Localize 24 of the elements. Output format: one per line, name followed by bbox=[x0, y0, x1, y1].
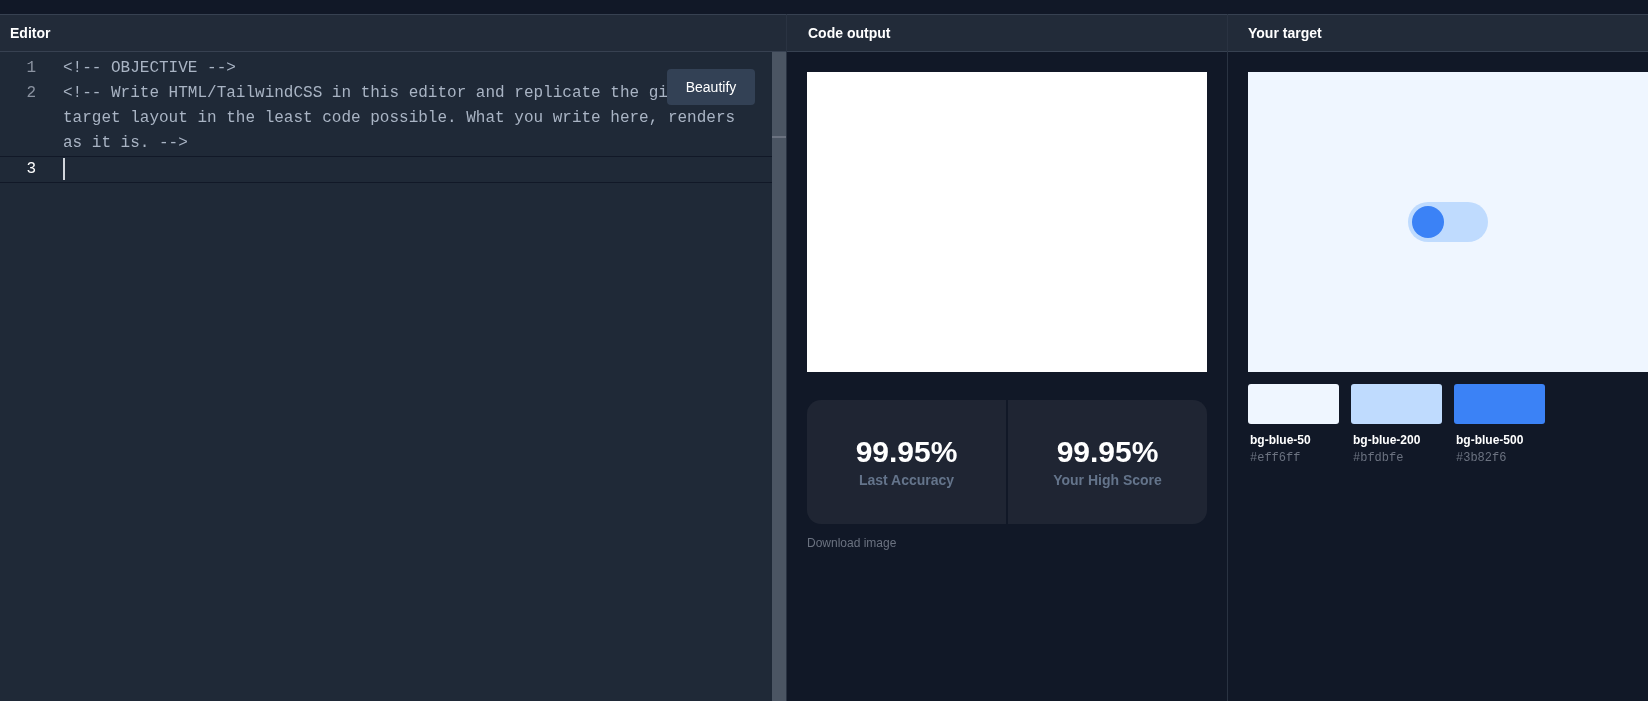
panel-title: Your target bbox=[1248, 23, 1322, 43]
code-line: target layout in the least code possible. What you write here, renders bbox=[63, 108, 736, 129]
code-line: <!-- OBJECTIVE --> bbox=[63, 58, 236, 79]
swatch-name: bg-blue-500 bbox=[1455, 432, 1525, 449]
swatch-name: bg-blue-200 bbox=[1352, 432, 1422, 449]
swatch-hex: #3b82f6 bbox=[1455, 450, 1508, 467]
line-number: 2 bbox=[25, 83, 37, 104]
swatch-name: bg-blue-50 bbox=[1249, 432, 1312, 449]
score-value: 99.95% bbox=[1056, 433, 1159, 470]
score-label: Last Accuracy bbox=[858, 470, 955, 490]
score-label: Your High Score bbox=[1053, 470, 1162, 490]
code-line: <!-- Write HTML/TailwindCSS in this editor and replicate the gi bbox=[63, 83, 668, 104]
panel-title: Code output bbox=[808, 23, 891, 43]
line-number: 3 bbox=[25, 159, 37, 180]
panel-title: Editor bbox=[10, 23, 51, 43]
beautify-button[interactable]: Beautify bbox=[667, 69, 755, 105]
download-link[interactable]: Download image bbox=[807, 534, 1207, 552]
code-line: as it is. --> bbox=[63, 133, 188, 154]
swatch-hex: #bfdbfe bbox=[1352, 450, 1405, 467]
text-cursor bbox=[63, 158, 65, 180]
score-value: 99.95% bbox=[855, 433, 958, 470]
scrollbar[interactable] bbox=[772, 52, 786, 701]
line-number: 1 bbox=[25, 58, 37, 79]
swatch-hex: #eff6ff bbox=[1249, 450, 1302, 467]
